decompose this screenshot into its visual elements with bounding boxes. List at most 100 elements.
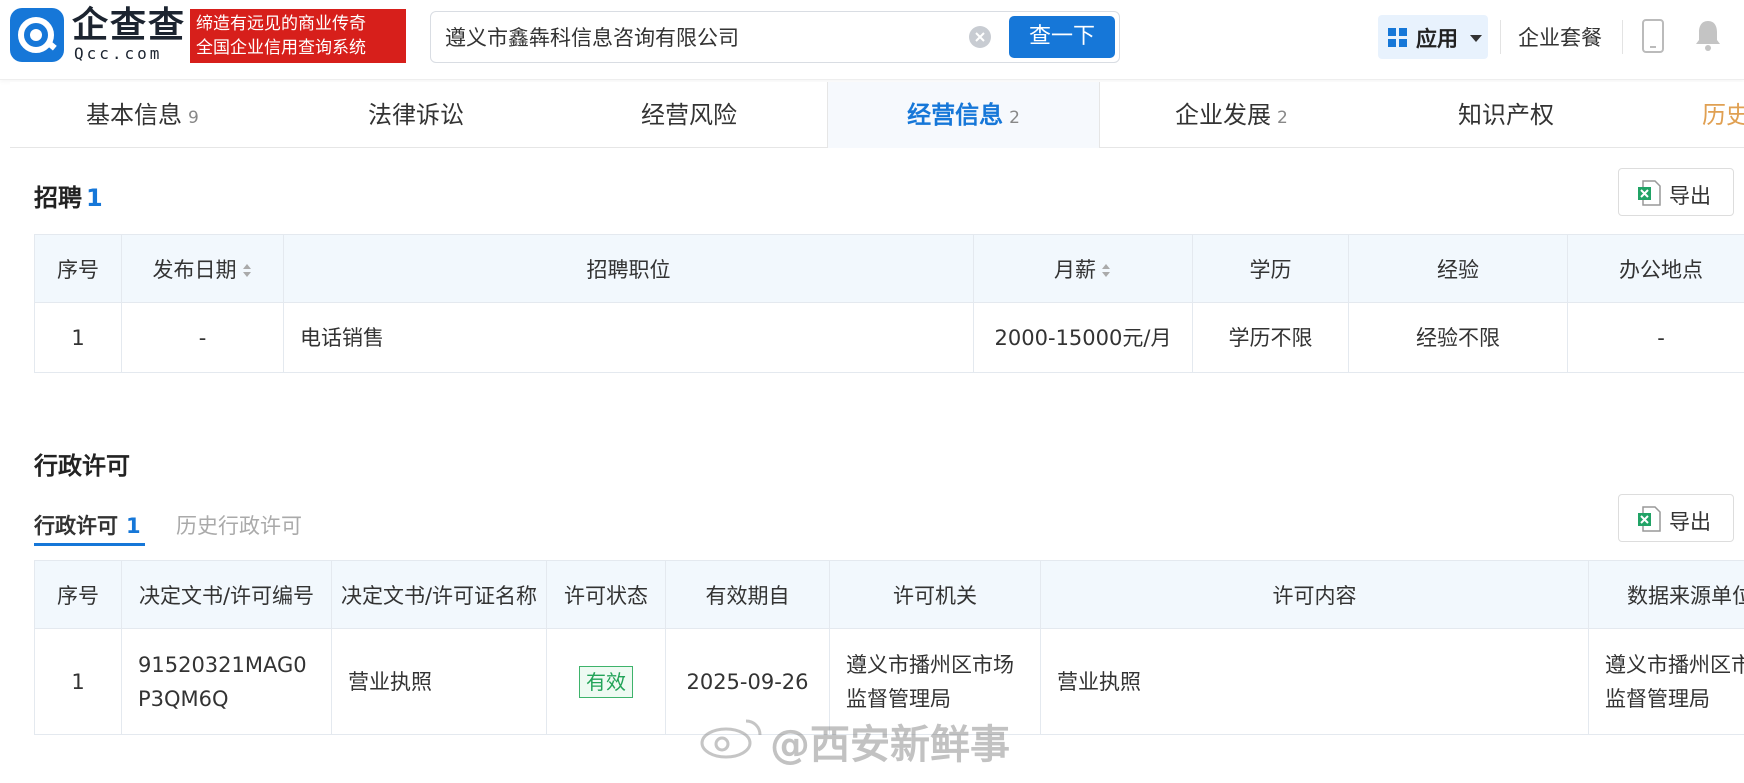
divider	[1622, 20, 1623, 54]
col-location: 办公地点	[1567, 234, 1744, 303]
chevron-down-icon	[1470, 35, 1482, 42]
col-experience: 经验	[1348, 234, 1568, 303]
slogan-banner: 缔造有远见的商业传奇 全国企业信用查询系统	[190, 9, 406, 63]
sort-icon[interactable]	[1102, 263, 1112, 279]
slogan-line-2: 全国企业信用查询系统	[196, 38, 366, 58]
tab-development[interactable]: 企业发展 2	[1175, 82, 1288, 148]
cell-salary: 2000-15000元/月	[973, 302, 1193, 373]
cell-status: 有效	[546, 628, 666, 735]
col-status: 许可状态	[546, 560, 666, 629]
license-number-line-1: 91520321MAG0	[138, 652, 307, 677]
table-header-row: 序号 发布日期 招聘职位 月薪 学历 经验 办公地点	[34, 234, 1744, 303]
tab-basic-info[interactable]: 基本信息 9	[86, 82, 199, 148]
recruit-count: 1	[86, 184, 103, 212]
tab-count: 9	[188, 108, 199, 128]
cell-no: 1	[34, 302, 122, 373]
cell-license-name: 营业执照	[331, 628, 547, 735]
cell-date: -	[121, 302, 284, 373]
recruit-table: 序号 发布日期 招聘职位 月薪 学历 经验 办公地点 1 - 电话销售 2000…	[34, 234, 1744, 373]
cell-experience: 经验不限	[1348, 302, 1568, 373]
col-education: 学历	[1192, 234, 1349, 303]
export-label: 导出	[1669, 184, 1711, 208]
tab-label: 基本信息	[86, 101, 182, 129]
cell-no: 1	[34, 628, 122, 735]
cell-location: -	[1567, 302, 1744, 373]
authority-line-1: 遵义市播州区市场	[846, 652, 1014, 677]
cell-source: 遵义市播州区市 监督管理局	[1588, 628, 1744, 735]
tab-legal[interactable]: 法律诉讼	[368, 82, 464, 148]
apps-label: 应用	[1416, 27, 1458, 51]
col-license-name: 决定文书/许可证名称	[331, 560, 547, 629]
export-label: 导出	[1669, 510, 1711, 534]
main-tabs: 基本信息 9 法律诉讼 经营风险 经营信息 2 企业发展 2 知识产权 历史	[10, 82, 1744, 148]
col-salary-label: 月薪	[1054, 257, 1096, 282]
weibo-watermark-icon	[700, 719, 762, 759]
license-number-line-2: P3QM6Q	[138, 686, 229, 711]
col-position: 招聘职位	[283, 234, 974, 303]
search-input[interactable]	[445, 22, 925, 52]
source-line-2: 监督管理局	[1605, 686, 1710, 711]
tab-business-info[interactable]: 经营信息 2	[827, 82, 1100, 148]
recruit-section-title: 招聘 1	[34, 178, 103, 213]
recruit-title: 招聘	[34, 184, 82, 212]
table-header-row: 序号 决定文书/许可编号 决定文书/许可证名称 许可状态 有效期自 许可机关 许…	[34, 560, 1744, 629]
tab-label: 经营风险	[641, 101, 737, 129]
col-license-number: 决定文书/许可编号	[121, 560, 332, 629]
source-line-1: 遵义市播州区市	[1605, 652, 1744, 677]
col-authority: 许可机关	[829, 560, 1041, 629]
authority-line-2: 监督管理局	[846, 686, 951, 711]
tab-business-risk[interactable]: 经营风险	[641, 82, 737, 148]
top-header: 企查查 Qcc.com 缔造有远见的商业传奇 全国企业信用查询系统 查一下 应用…	[0, 0, 1744, 80]
cell-content: 营业执照	[1040, 628, 1589, 735]
status-badge: 有效	[579, 665, 633, 698]
cell-position[interactable]: 电话销售	[283, 302, 974, 373]
active-subtab-indicator	[34, 543, 145, 546]
tab-label: 企业发展	[1175, 101, 1271, 129]
bell-icon[interactable]	[1694, 18, 1722, 52]
col-salary[interactable]: 月薪	[973, 234, 1193, 303]
search-box: 查一下	[430, 11, 1120, 63]
enterprise-package-link[interactable]: 企业套餐	[1518, 22, 1602, 52]
tab-ip[interactable]: 知识产权	[1458, 82, 1554, 148]
tab-label: 知识产权	[1458, 101, 1554, 129]
col-date[interactable]: 发布日期	[121, 234, 284, 303]
subtab-history-license[interactable]: 历史行政许可	[176, 510, 302, 540]
subtab-license[interactable]: 行政许可 1	[34, 510, 141, 540]
excel-icon	[1638, 506, 1661, 532]
watermark-text: @西安新鲜事	[770, 722, 1010, 768]
col-date-label: 发布日期	[152, 257, 237, 282]
excel-icon	[1638, 180, 1661, 206]
recruit-export-button[interactable]: 导出	[1618, 168, 1734, 216]
license-export-button[interactable]: 导出	[1618, 494, 1734, 542]
search-button[interactable]: 查一下	[1009, 16, 1115, 58]
table-row: 1 - 电话销售 2000-15000元/月 学历不限 经验不限 -	[34, 302, 1744, 373]
tab-count: 2	[1009, 108, 1020, 128]
col-no: 序号	[34, 560, 122, 629]
qcc-logo-icon[interactable]	[10, 8, 64, 62]
logo-name[interactable]: 企查查	[72, 6, 186, 46]
tab-label: 经营信息	[907, 101, 1004, 129]
license-table: 序号 决定文书/许可编号 决定文书/许可证名称 许可状态 有效期自 许可机关 许…	[34, 560, 1744, 735]
license-section-title: 行政许可	[34, 452, 130, 480]
logo-domain: Qcc.com	[74, 44, 163, 63]
tab-history[interactable]: 历史	[1702, 82, 1744, 148]
col-source: 数据来源单位	[1588, 560, 1744, 629]
subtab-label: 行政许可	[34, 514, 118, 538]
tab-label: 历史	[1702, 101, 1744, 129]
apps-menu[interactable]: 应用	[1378, 15, 1488, 59]
divider	[1500, 20, 1501, 54]
apps-grid-icon	[1388, 28, 1407, 47]
tab-label: 法律诉讼	[368, 101, 464, 129]
subtab-count: 1	[126, 514, 141, 538]
col-valid-from: 有效期自	[665, 560, 830, 629]
phone-icon[interactable]	[1642, 19, 1664, 53]
slogan-line-1: 缔造有远见的商业传奇	[196, 14, 366, 34]
cell-license-number: 91520321MAG0 P3QM6Q	[121, 628, 332, 735]
col-no: 序号	[34, 234, 122, 303]
sort-icon[interactable]	[242, 263, 253, 279]
tab-count: 2	[1277, 108, 1288, 128]
clear-icon[interactable]	[969, 26, 991, 48]
app-root: 企查查 Qcc.com 缔造有远见的商业传奇 全国企业信用查询系统 查一下 应用…	[0, 0, 1744, 783]
cell-education: 学历不限	[1192, 302, 1349, 373]
col-content: 许可内容	[1040, 560, 1589, 629]
